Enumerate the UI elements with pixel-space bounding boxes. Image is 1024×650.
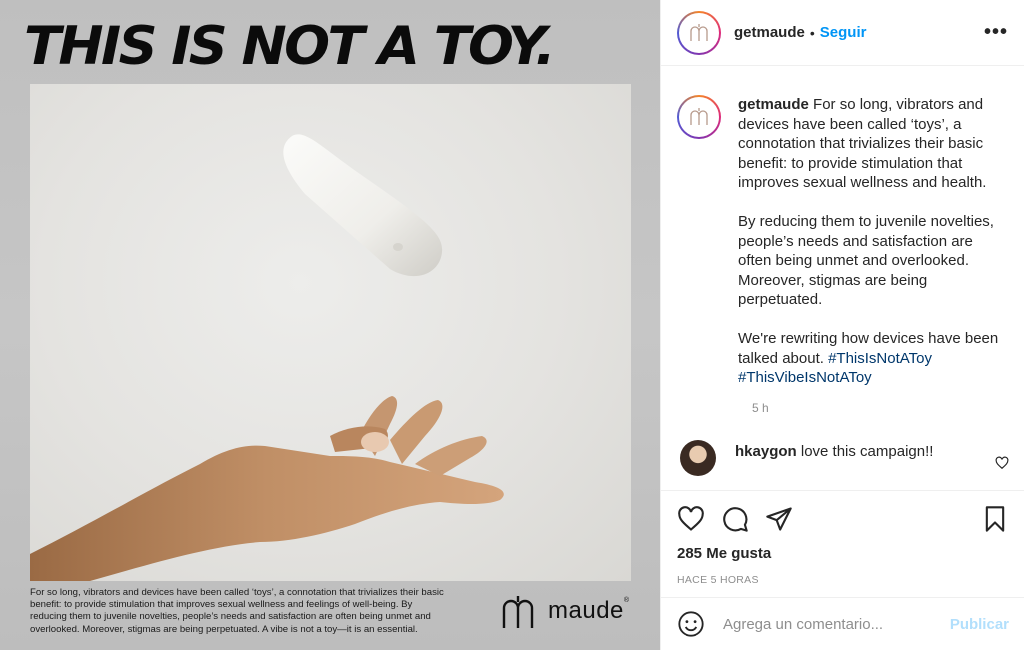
comment-item: hkaygon love this campaign!!	[677, 440, 1009, 476]
caption-paragraph-2: By reducing them to juvenile novelties, …	[738, 213, 994, 308]
more-options-icon[interactable]: •••	[984, 21, 1008, 44]
bookmark-icon[interactable]	[981, 505, 1009, 533]
comment-like-icon[interactable]	[995, 456, 1009, 470]
heart-icon[interactable]	[677, 505, 705, 533]
hashtag-link[interactable]: #ThisIsNotAToy	[828, 350, 932, 367]
caption-username[interactable]: getmaude	[738, 96, 809, 113]
caption-avatar[interactable]	[677, 95, 721, 139]
post-header: getmaude • Seguir •••	[661, 0, 1024, 66]
device-shape	[283, 134, 443, 277]
publish-button[interactable]: Publicar	[950, 616, 1009, 633]
comment-icon[interactable]	[721, 505, 749, 533]
header-username[interactable]: getmaude	[734, 24, 805, 41]
commenter-avatar[interactable]	[680, 440, 716, 476]
follow-button[interactable]: Seguir	[820, 24, 867, 41]
likes-count[interactable]: 285 Me gusta	[677, 545, 1009, 562]
post-timestamp[interactable]: HACE 5 HORAS	[677, 574, 1009, 586]
comments-area[interactable]: getmaude For so long, vibrators and devi…	[661, 67, 1024, 492]
hashtag-link[interactable]: #ThisVibeIsNotAToy	[738, 369, 872, 386]
avatar[interactable]	[677, 10, 721, 55]
emoji-icon[interactable]	[677, 610, 705, 638]
maude-logo-icon	[502, 596, 534, 628]
image-caption-text: For so long, vibrators and devices have …	[30, 587, 444, 635]
comment-input[interactable]	[723, 615, 943, 633]
comment-text: hkaygon love this campaign!!	[735, 443, 933, 460]
hand-and-device-illustration	[30, 134, 504, 581]
action-bar	[677, 503, 1009, 535]
maude-logo-icon	[690, 108, 708, 125]
post-actions: 285 Me gusta HACE 5 HORAS	[661, 490, 1024, 586]
post-headline: THIS IS NOT A TOY.	[24, 16, 556, 77]
hand-shape	[30, 396, 504, 581]
caption-row: getmaude For so long, vibrators and devi…	[677, 95, 1009, 407]
post-image[interactable]: THIS IS NOT A TOY. For so long, vibrator…	[0, 0, 660, 650]
comment-username[interactable]: hkaygon	[735, 443, 797, 460]
comment-body: love this campaign!!	[800, 442, 934, 460]
brand-name: maude®	[548, 597, 630, 624]
separator-dot: •	[809, 24, 815, 41]
product-photo	[30, 84, 631, 581]
maude-logo-icon	[690, 23, 708, 41]
share-icon[interactable]	[765, 505, 793, 533]
post-sidebar: getmaude • Seguir ••• getmaude For so lo…	[660, 0, 1024, 650]
caption-text: getmaude For so long, vibrators and devi…	[738, 95, 1000, 407]
add-comment-bar: Publicar	[661, 597, 1024, 650]
